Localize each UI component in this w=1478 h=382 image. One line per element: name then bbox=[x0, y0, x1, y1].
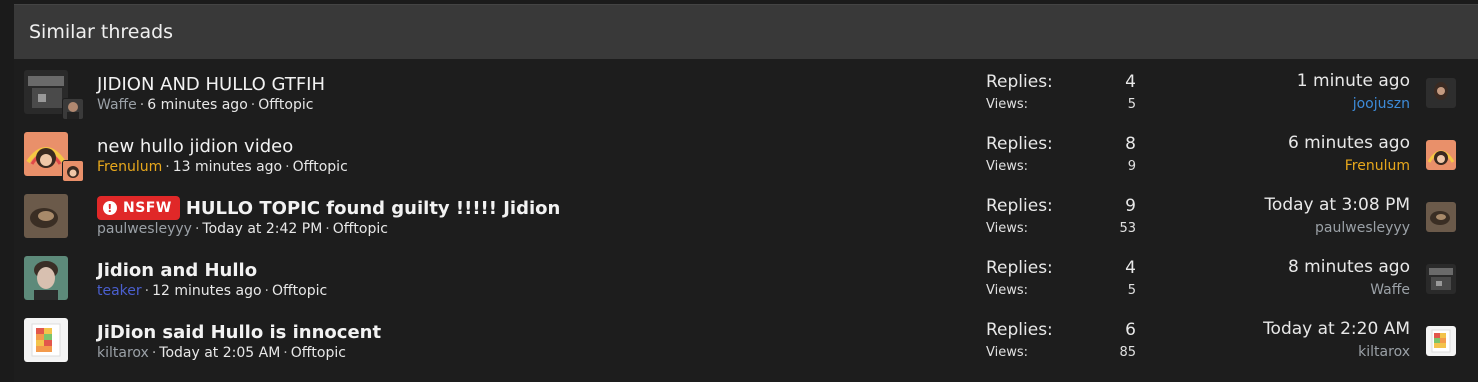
last-post-time[interactable]: 1 minute ago bbox=[1297, 69, 1410, 94]
views-count: 85 bbox=[1119, 344, 1136, 360]
thread-forum[interactable]: Offtopic bbox=[291, 345, 346, 361]
last-poster-mini-avatar[interactable] bbox=[62, 160, 84, 182]
similar-threads-block: Similar threads JIDION AND HULLO GTFIH W… bbox=[14, 4, 1478, 382]
thread-date[interactable]: Today at 2:42 PM bbox=[202, 221, 322, 237]
thread-meta: Frenulum · 13 minutes ago · Offtopic bbox=[97, 159, 348, 175]
thread-title[interactable]: JiDion said Hullo is innocent bbox=[97, 322, 381, 343]
thread-forum[interactable]: Offtopic bbox=[272, 283, 327, 299]
replies-count: 8 bbox=[1125, 133, 1136, 154]
last-poster-avatar[interactable] bbox=[1426, 78, 1456, 108]
nsfw-badge[interactable]: ! NSFW bbox=[97, 196, 180, 220]
last-post-time[interactable]: Today at 3:08 PM bbox=[1264, 193, 1410, 218]
last-post: 1 minute ago joojuszn bbox=[1297, 69, 1410, 114]
thread-date[interactable]: 13 minutes ago bbox=[173, 159, 282, 175]
views-count: 5 bbox=[1127, 282, 1136, 298]
last-post: Today at 3:08 PM paulwesleyyy bbox=[1264, 193, 1410, 238]
thread-title[interactable]: JIDION AND HULLO GTFIH bbox=[97, 74, 325, 95]
replies-label: Replies: bbox=[986, 71, 1053, 92]
views-label: Views: bbox=[986, 220, 1029, 236]
replies-label: Replies: bbox=[986, 257, 1053, 278]
author-avatar[interactable] bbox=[24, 256, 68, 300]
views-label: Views: bbox=[986, 282, 1029, 298]
block-title: Similar threads bbox=[14, 4, 1478, 59]
thread-date[interactable]: 6 minutes ago bbox=[147, 97, 248, 113]
replies-count: 6 bbox=[1125, 319, 1136, 340]
thread-stats: Replies: 9 Views: 53 bbox=[986, 193, 1136, 238]
replies-count: 4 bbox=[1125, 257, 1136, 278]
thread-title[interactable]: HULLO TOPIC found guilty !!!!! Jidion bbox=[186, 198, 561, 219]
last-poster-avatar[interactable] bbox=[1426, 264, 1456, 294]
nsfw-label: NSFW bbox=[123, 200, 172, 216]
last-poster-avatar[interactable] bbox=[1426, 140, 1456, 170]
thread-stats: Replies: 6 Views: 85 bbox=[986, 317, 1136, 362]
replies-label: Replies: bbox=[986, 195, 1053, 216]
thread-row: JIDION AND HULLO GTFIH Waffe · 6 minutes a… bbox=[14, 61, 1478, 123]
last-poster-avatar[interactable] bbox=[1426, 202, 1456, 232]
views-count: 9 bbox=[1127, 158, 1136, 174]
alert-icon: ! bbox=[103, 201, 117, 215]
thread-row: ! NSFW HULLO TOPIC found guilty !!!!! Jid… bbox=[14, 185, 1478, 247]
last-post: 6 minutes ago Frenulum bbox=[1288, 131, 1410, 176]
last-poster-avatar[interactable] bbox=[1426, 326, 1456, 356]
replies-count: 4 bbox=[1125, 71, 1136, 92]
views-count: 53 bbox=[1119, 220, 1136, 236]
views-label: Views: bbox=[986, 344, 1029, 360]
last-post-user[interactable]: Frenulum bbox=[1288, 156, 1410, 176]
last-post-user[interactable]: kiltarox bbox=[1263, 342, 1410, 362]
thread-meta: kiltarox · Today at 2:05 AM · Offtopic bbox=[97, 345, 346, 361]
thread-stats: Replies: 4 Views: 5 bbox=[986, 69, 1136, 114]
thread-forum[interactable]: Offtopic bbox=[293, 159, 348, 175]
thread-forum[interactable]: Offtopic bbox=[258, 97, 313, 113]
thread-meta: teaker · 12 minutes ago · Offtopic bbox=[97, 283, 328, 299]
thread-forum[interactable]: Offtopic bbox=[333, 221, 388, 237]
thread-row: Jidion and Hullo teaker · 12 minutes ago · O… bbox=[14, 247, 1478, 309]
thread-date[interactable]: Today at 2:05 AM bbox=[159, 345, 280, 361]
last-post-time[interactable]: Today at 2:20 AM bbox=[1263, 317, 1410, 342]
last-post-time[interactable]: 8 minutes ago bbox=[1288, 255, 1410, 280]
last-post-user[interactable]: joojuszn bbox=[1297, 94, 1410, 114]
thread-row: JiDion said Hullo is innocent kiltarox · T… bbox=[14, 309, 1478, 371]
thread-author[interactable]: kiltarox bbox=[97, 345, 149, 361]
replies-label: Replies: bbox=[986, 133, 1053, 154]
last-post-user[interactable]: Waffe bbox=[1288, 280, 1410, 300]
last-post-time[interactable]: 6 minutes ago bbox=[1288, 131, 1410, 156]
last-post: 8 minutes ago Waffe bbox=[1288, 255, 1410, 300]
thread-title[interactable]: Jidion and Hullo bbox=[97, 260, 257, 281]
thread-title[interactable]: new hullo jidion video bbox=[97, 136, 293, 157]
last-post-user[interactable]: paulwesleyyy bbox=[1264, 218, 1410, 238]
author-avatar[interactable] bbox=[24, 194, 68, 238]
thread-date[interactable]: 12 minutes ago bbox=[152, 283, 261, 299]
thread-meta: Waffe · 6 minutes ago · Offtopic bbox=[97, 97, 314, 113]
replies-label: Replies: bbox=[986, 319, 1053, 340]
thread-stats: Replies: 4 Views: 5 bbox=[986, 255, 1136, 300]
last-poster-mini-avatar[interactable] bbox=[62, 98, 84, 120]
author-avatar[interactable] bbox=[24, 318, 68, 362]
views-count: 5 bbox=[1127, 96, 1136, 112]
thread-meta: paulwesleyyy · Today at 2:42 PM · Offtopic bbox=[97, 221, 388, 237]
thread-author[interactable]: Waffe bbox=[97, 97, 137, 113]
replies-count: 9 bbox=[1125, 195, 1136, 216]
views-label: Views: bbox=[986, 158, 1029, 174]
thread-author[interactable]: Frenulum bbox=[97, 159, 162, 175]
thread-author[interactable]: paulwesleyyy bbox=[97, 221, 192, 237]
thread-author[interactable]: teaker bbox=[97, 283, 142, 299]
thread-stats: Replies: 8 Views: 9 bbox=[986, 131, 1136, 176]
last-post: Today at 2:20 AM kiltarox bbox=[1263, 317, 1410, 362]
thread-row: new hullo jidion video Frenulum · 13 minut… bbox=[14, 123, 1478, 185]
views-label: Views: bbox=[986, 96, 1029, 112]
